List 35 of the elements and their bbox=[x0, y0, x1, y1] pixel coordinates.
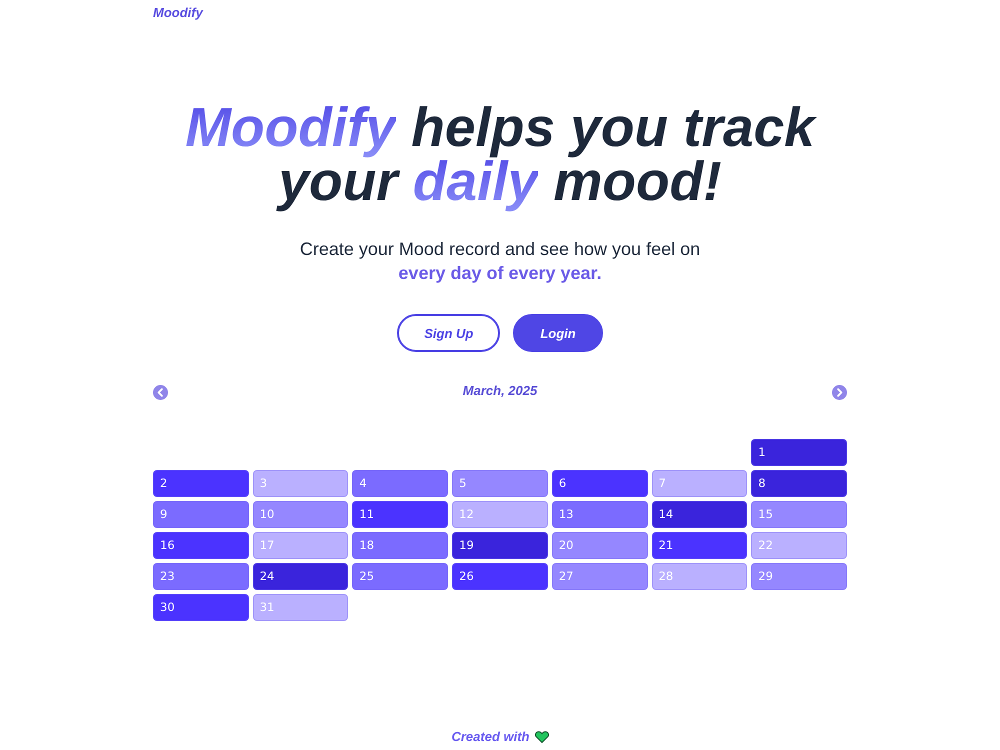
day-cell[interactable]: 10 bbox=[252, 501, 348, 528]
day-cell[interactable]: 6 bbox=[552, 470, 648, 497]
login-button[interactable]: Login bbox=[513, 314, 603, 352]
day-cell[interactable]: 1 bbox=[751, 439, 847, 466]
day-cell[interactable]: 15 bbox=[751, 501, 847, 528]
day-cell[interactable]: 5 bbox=[452, 470, 548, 497]
hero-subtitle: Create your Mood record and see how you feel on every day of every year. bbox=[298, 238, 702, 285]
day-cell[interactable]: 20 bbox=[552, 532, 648, 559]
day-cell[interactable]: 27 bbox=[552, 563, 648, 590]
day-cell[interactable]: 26 bbox=[452, 563, 548, 590]
heart-icon bbox=[534, 731, 548, 743]
day-cell[interactable]: 4 bbox=[352, 470, 448, 497]
day-cell[interactable]: 11 bbox=[352, 501, 448, 528]
day-cell[interactable]: 2 bbox=[153, 470, 249, 497]
logo-link[interactable]: Moodify bbox=[153, 5, 203, 21]
day-cell[interactable]: 25 bbox=[352, 563, 448, 590]
day-cell[interactable]: 23 bbox=[153, 563, 249, 590]
day-cell[interactable]: 14 bbox=[652, 501, 748, 528]
day-cell[interactable]: 16 bbox=[153, 532, 249, 559]
chevron-right-icon bbox=[832, 384, 847, 400]
day-cell[interactable]: 19 bbox=[452, 532, 548, 559]
day-cell[interactable]: 9 bbox=[153, 501, 249, 528]
signup-button[interactable]: Sign Up bbox=[397, 314, 500, 352]
day-cell[interactable]: 18 bbox=[352, 532, 448, 559]
footer-credit: Created with bbox=[451, 729, 530, 745]
day-cell[interactable]: 21 bbox=[652, 532, 748, 559]
next-month-button[interactable] bbox=[832, 384, 847, 400]
day-cell[interactable]: 29 bbox=[751, 563, 847, 590]
chevron-left-icon bbox=[153, 384, 168, 400]
day-cell[interactable]: 30 bbox=[153, 594, 249, 621]
day-cell[interactable]: 13 bbox=[552, 501, 648, 528]
month-title: March, 2025 bbox=[462, 383, 538, 399]
day-cell[interactable]: 8 bbox=[751, 470, 847, 497]
day-cell[interactable]: 24 bbox=[252, 563, 348, 590]
previous-month-button[interactable] bbox=[153, 384, 168, 400]
